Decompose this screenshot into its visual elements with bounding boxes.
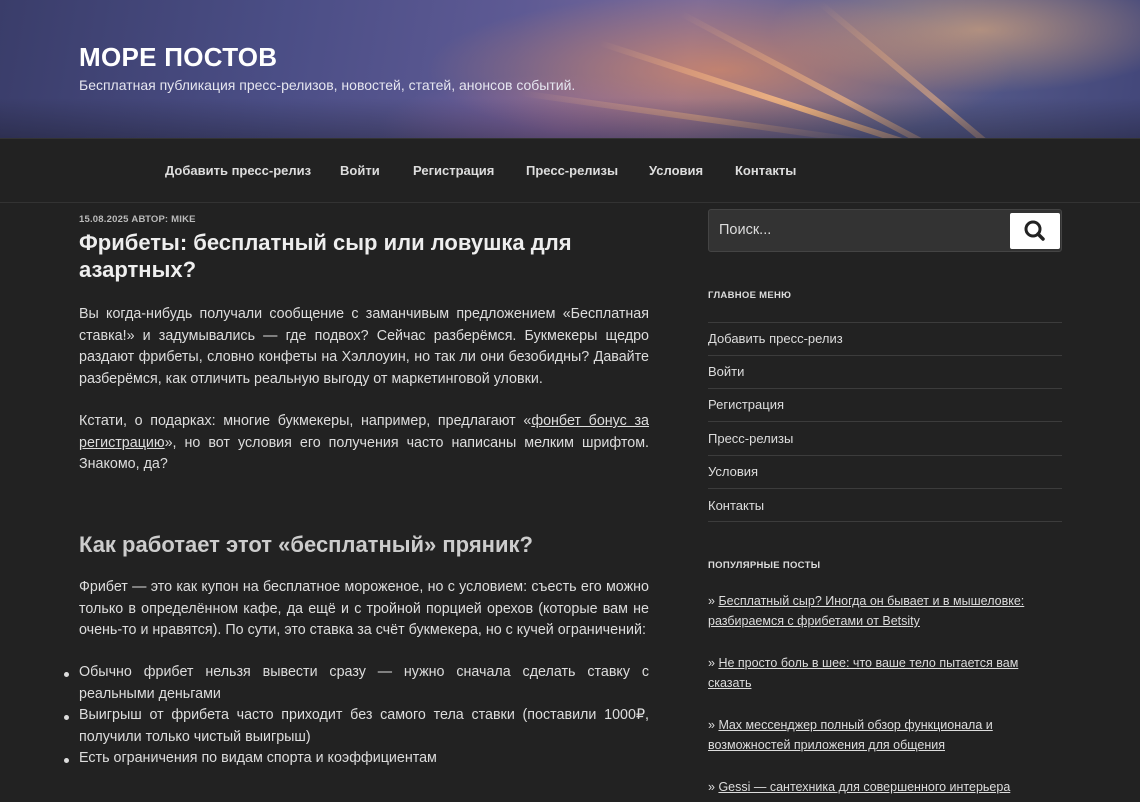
menu-divider — [708, 421, 1062, 422]
sidebar-item-add-press-release[interactable]: Добавить пресс-релиз — [708, 331, 843, 346]
nav-item-contacts[interactable]: Контакты — [735, 163, 796, 178]
post-paragraph-freebet: Фрибет — это как купон на бесплатное мор… — [79, 579, 649, 638]
site-header-banner: МОРЕ ПОСТОВ Бесплатная публикация пресс-… — [0, 0, 1140, 138]
search-button[interactable] — [1010, 213, 1060, 249]
nav-item-add-press-release[interactable]: Добавить пресс-релиз — [165, 163, 311, 178]
popular-post-marker: » — [708, 780, 715, 794]
menu-divider — [708, 322, 1062, 323]
post-title: Фрибеты: бесплатный сыр или ловушка для … — [79, 230, 572, 282]
post-paragraph-bonus: Кстати, о подарках: многие букмекеры, на… — [79, 411, 649, 476]
sidebar-item-press-releases[interactable]: Пресс-релизы — [708, 431, 793, 446]
popular-post-marker: » — [708, 656, 715, 670]
nav-item-press-releases[interactable]: Пресс-релизы — [526, 163, 618, 178]
popular-post-link[interactable]: Не просто боль в шее: что ваше тело пыта… — [708, 656, 1018, 690]
popular-post-item: » Не просто боль в шее: что ваше тело пы… — [708, 653, 1062, 693]
nav-item-login[interactable]: Войти — [340, 163, 380, 178]
paragraph-text: Кстати, о подарках: многие букмекеры, на… — [79, 413, 532, 429]
popular-post-link[interactable]: Gessi — сантехника для совершенного инте… — [718, 780, 1010, 794]
menu-divider — [708, 355, 1062, 356]
post-meta: 15.08.2025 АВТОР: MIKE — [79, 214, 196, 225]
popular-post-marker: » — [708, 718, 715, 732]
sidebar-item-terms[interactable]: Условия — [708, 464, 758, 479]
list-bullet — [64, 758, 69, 763]
nav-item-terms[interactable]: Условия — [649, 163, 703, 178]
menu-divider — [708, 488, 1062, 489]
site-description: Бесплатная публикация пресс-релизов, нов… — [79, 77, 576, 93]
list-item: Выигрыш от фрибета часто приходит без са… — [79, 707, 649, 745]
list-item: Есть ограничения по видам спорта и коэфф… — [79, 750, 437, 766]
site-title[interactable]: МОРЕ ПОСТОВ — [79, 42, 277, 73]
main-menu-title: ГЛАВНОЕ МЕНЮ — [708, 290, 792, 301]
search-icon — [1024, 220, 1045, 241]
popular-post-link[interactable]: Бесплатный сыр? Иногда он бывает и в мыш… — [708, 594, 1024, 628]
popular-post-marker: » — [708, 594, 715, 608]
popular-post-item: » Бесплатный сыр? Иногда он бывает и в м… — [708, 591, 1062, 631]
sidebar-item-login[interactable]: Войти — [708, 364, 744, 379]
list-bullet — [64, 672, 69, 677]
menu-divider — [708, 455, 1062, 456]
menu-divider — [708, 521, 1062, 522]
sidebar-item-contacts[interactable]: Контакты — [708, 498, 764, 513]
post-intro-paragraph: Вы когда-нибудь получали сообщение с зам… — [79, 306, 649, 387]
menu-divider — [708, 388, 1062, 389]
popular-post-item: » Gessi — сантехника для совершенного ин… — [708, 777, 1062, 797]
list-bullet — [64, 715, 69, 720]
section-heading: Как работает этот «бесплатный» пряник? — [79, 532, 533, 557]
popular-post-link[interactable]: Max мессенджер полный обзор функционала … — [708, 718, 993, 752]
paragraph-text: », но вот условия его получения часто на… — [79, 434, 649, 473]
banner-shade — [0, 98, 1140, 138]
main-navigation: Добавить пресс-релиз Войти Регистрация П… — [0, 138, 1140, 203]
list-item: Обычно фрибет нельзя вывести сразу — нуж… — [79, 664, 649, 702]
search-input[interactable] — [719, 222, 1009, 238]
popular-posts-title: ПОПУЛЯРНЫЕ ПОСТЫ — [708, 560, 821, 571]
search-form — [708, 209, 1062, 252]
sidebar-item-register[interactable]: Регистрация — [708, 397, 784, 412]
popular-post-item: » Max мессенджер полный обзор функционал… — [708, 715, 1062, 755]
nav-item-register[interactable]: Регистрация — [413, 163, 494, 178]
